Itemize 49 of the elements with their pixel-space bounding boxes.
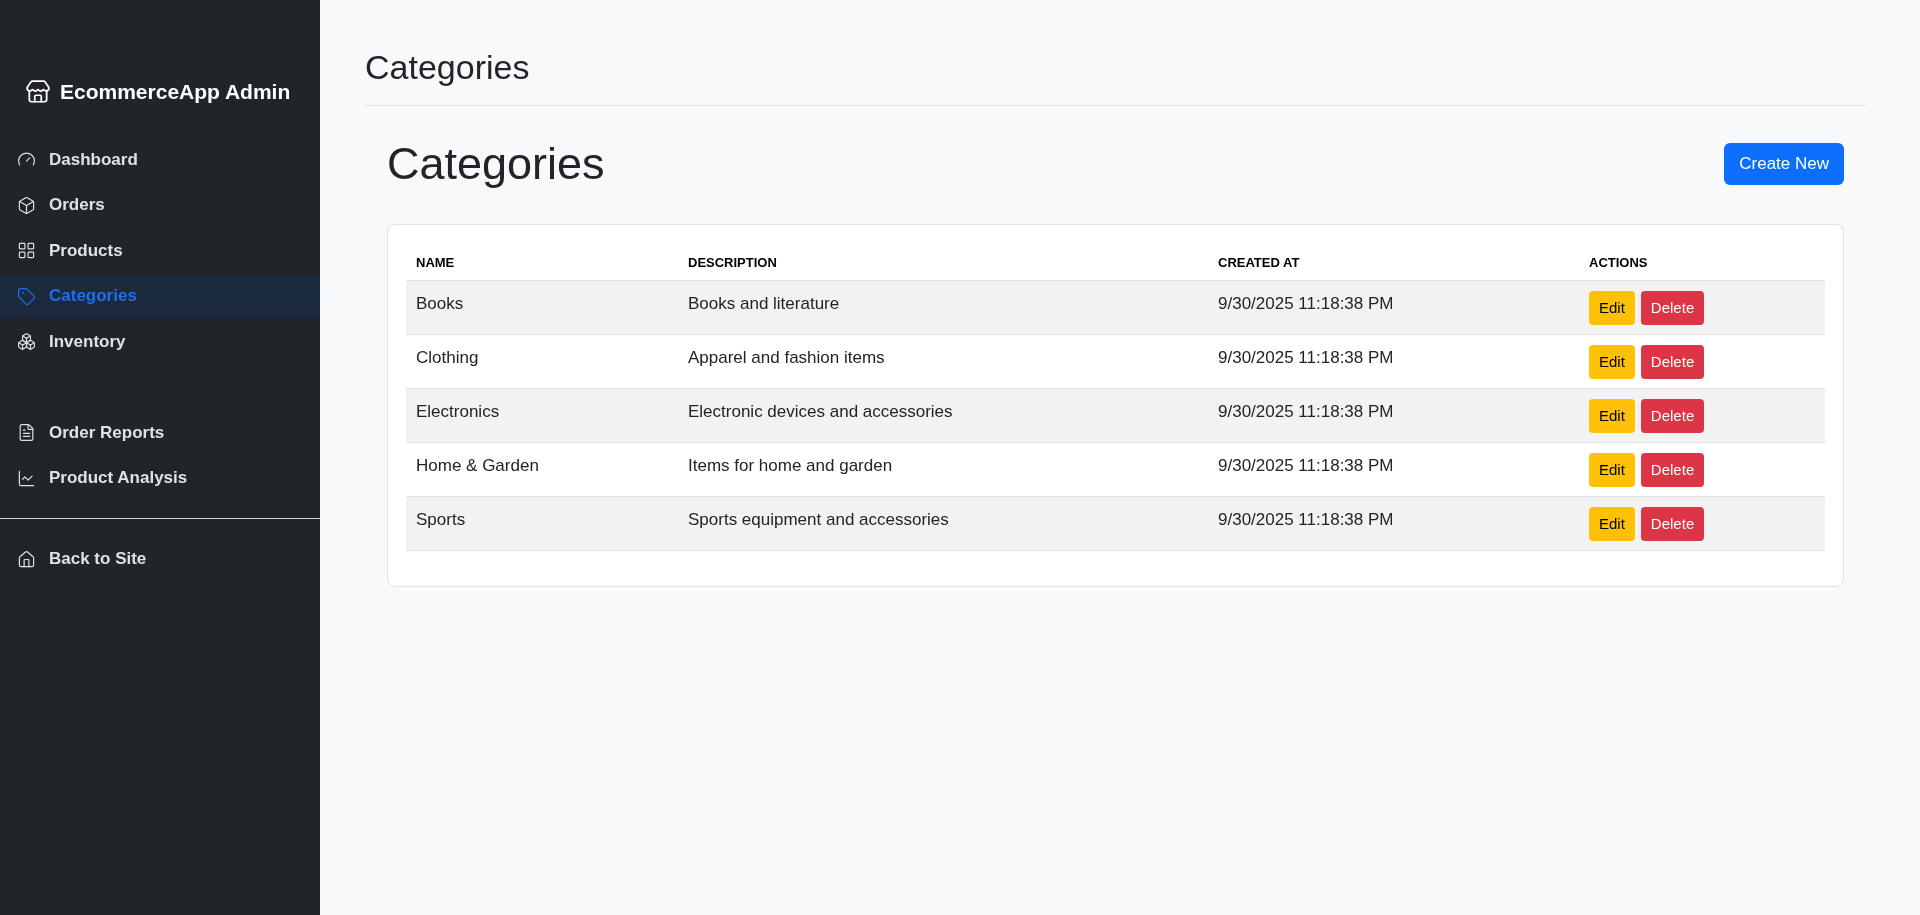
delete-button[interactable]: Delete bbox=[1640, 453, 1705, 487]
nav-link[interactable]: Dashboard bbox=[0, 138, 320, 181]
house-icon bbox=[17, 549, 36, 569]
edit-button[interactable]: Edit bbox=[1589, 345, 1635, 379]
box-icon bbox=[17, 195, 36, 215]
page-title: Categories bbox=[365, 47, 530, 87]
nav-link[interactable]: Inventory bbox=[0, 320, 320, 363]
category-description: Sports equipment and accessories bbox=[688, 510, 949, 529]
create-new-button[interactable]: Create New bbox=[1724, 143, 1844, 185]
created-at-date: 9/30/2025 11:18:38 PM bbox=[1218, 456, 1394, 475]
section-heading: Categories bbox=[387, 137, 605, 191]
edit-button[interactable]: Edit bbox=[1589, 507, 1635, 541]
edit-button[interactable]: Edit bbox=[1589, 399, 1635, 433]
grid-icon bbox=[17, 241, 36, 260]
category-name: Electronics bbox=[416, 402, 500, 421]
nav-link[interactable]: Product Analysis bbox=[0, 456, 320, 500]
column-header: ACTIONS bbox=[1589, 254, 1648, 270]
nav-link[interactable]: Products bbox=[0, 229, 320, 272]
document-icon bbox=[17, 423, 36, 442]
delete-button[interactable]: Delete bbox=[1640, 345, 1705, 379]
category-description: Electronic devices and accessories bbox=[688, 402, 953, 421]
brand-title: EcommerceApp Admin bbox=[60, 79, 291, 106]
gauge-icon bbox=[17, 150, 36, 169]
category-name: Sports bbox=[416, 510, 466, 529]
created-at-date: 9/30/2025 11:18:38 PM bbox=[1218, 510, 1394, 529]
edit-button[interactable]: Edit bbox=[1589, 291, 1635, 325]
nav-link[interactable]: Back to Site bbox=[0, 537, 320, 581]
store-icon bbox=[25, 79, 51, 105]
category-description: Books and literature bbox=[688, 294, 840, 313]
delete-button[interactable]: Delete bbox=[1640, 399, 1705, 433]
line-chart-icon bbox=[17, 468, 36, 488]
column-header: NAME bbox=[416, 254, 455, 270]
category-description: Apparel and fashion items bbox=[688, 348, 885, 367]
cubes-icon bbox=[17, 332, 36, 351]
delete-button[interactable]: Delete bbox=[1640, 291, 1705, 325]
created-at-date: 9/30/2025 11:18:38 PM bbox=[1218, 402, 1394, 421]
column-header: DESCRIPTION bbox=[688, 254, 777, 270]
nav-link[interactable]: Order Reports bbox=[0, 411, 320, 454]
created-at-date: 9/30/2025 11:18:38 PM bbox=[1218, 348, 1394, 367]
edit-button[interactable]: Edit bbox=[1589, 453, 1635, 487]
nav-link[interactable]: Orders bbox=[0, 183, 320, 227]
created-at-date: 9/30/2025 11:18:38 PM bbox=[1218, 294, 1394, 313]
delete-button[interactable]: Delete bbox=[1640, 507, 1705, 541]
tag-icon bbox=[17, 286, 36, 306]
category-name: Home & Garden bbox=[416, 456, 539, 475]
category-description: Items for home and garden bbox=[688, 456, 893, 475]
column-header: CREATED AT bbox=[1218, 254, 1300, 270]
category-name: Books bbox=[416, 294, 464, 313]
category-name: Clothing bbox=[416, 348, 479, 367]
